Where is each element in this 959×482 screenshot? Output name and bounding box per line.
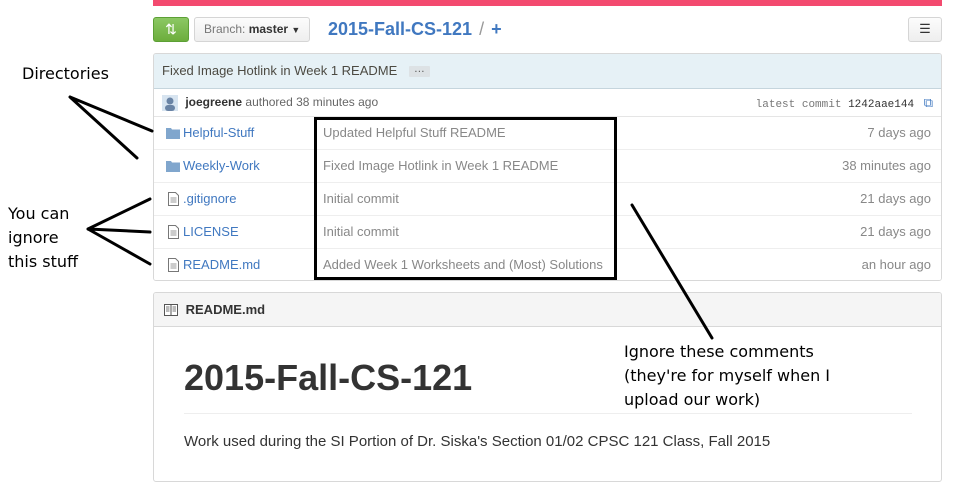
annotation-line: ignore — [8, 228, 59, 247]
annotation-ignore-stuff: You can ignore this stuff — [8, 202, 78, 274]
ignore-comments-arrow — [630, 203, 714, 340]
annotation-ignore-comments: Ignore these comments (they're for mysel… — [624, 340, 830, 412]
directories-arrow — [68, 95, 154, 160]
annotation-line: Ignore these comments — [624, 342, 814, 361]
annotation-line: You can — [8, 204, 70, 223]
annotation-line: (they're for myself when I — [624, 366, 831, 385]
ignore-stuff-arrow — [86, 197, 152, 266]
annotation-line: this stuff — [8, 252, 79, 271]
annotation-directories: Directories — [22, 64, 109, 83]
comments-highlight-box — [314, 117, 617, 280]
annotation-line: upload our work) — [624, 390, 761, 409]
